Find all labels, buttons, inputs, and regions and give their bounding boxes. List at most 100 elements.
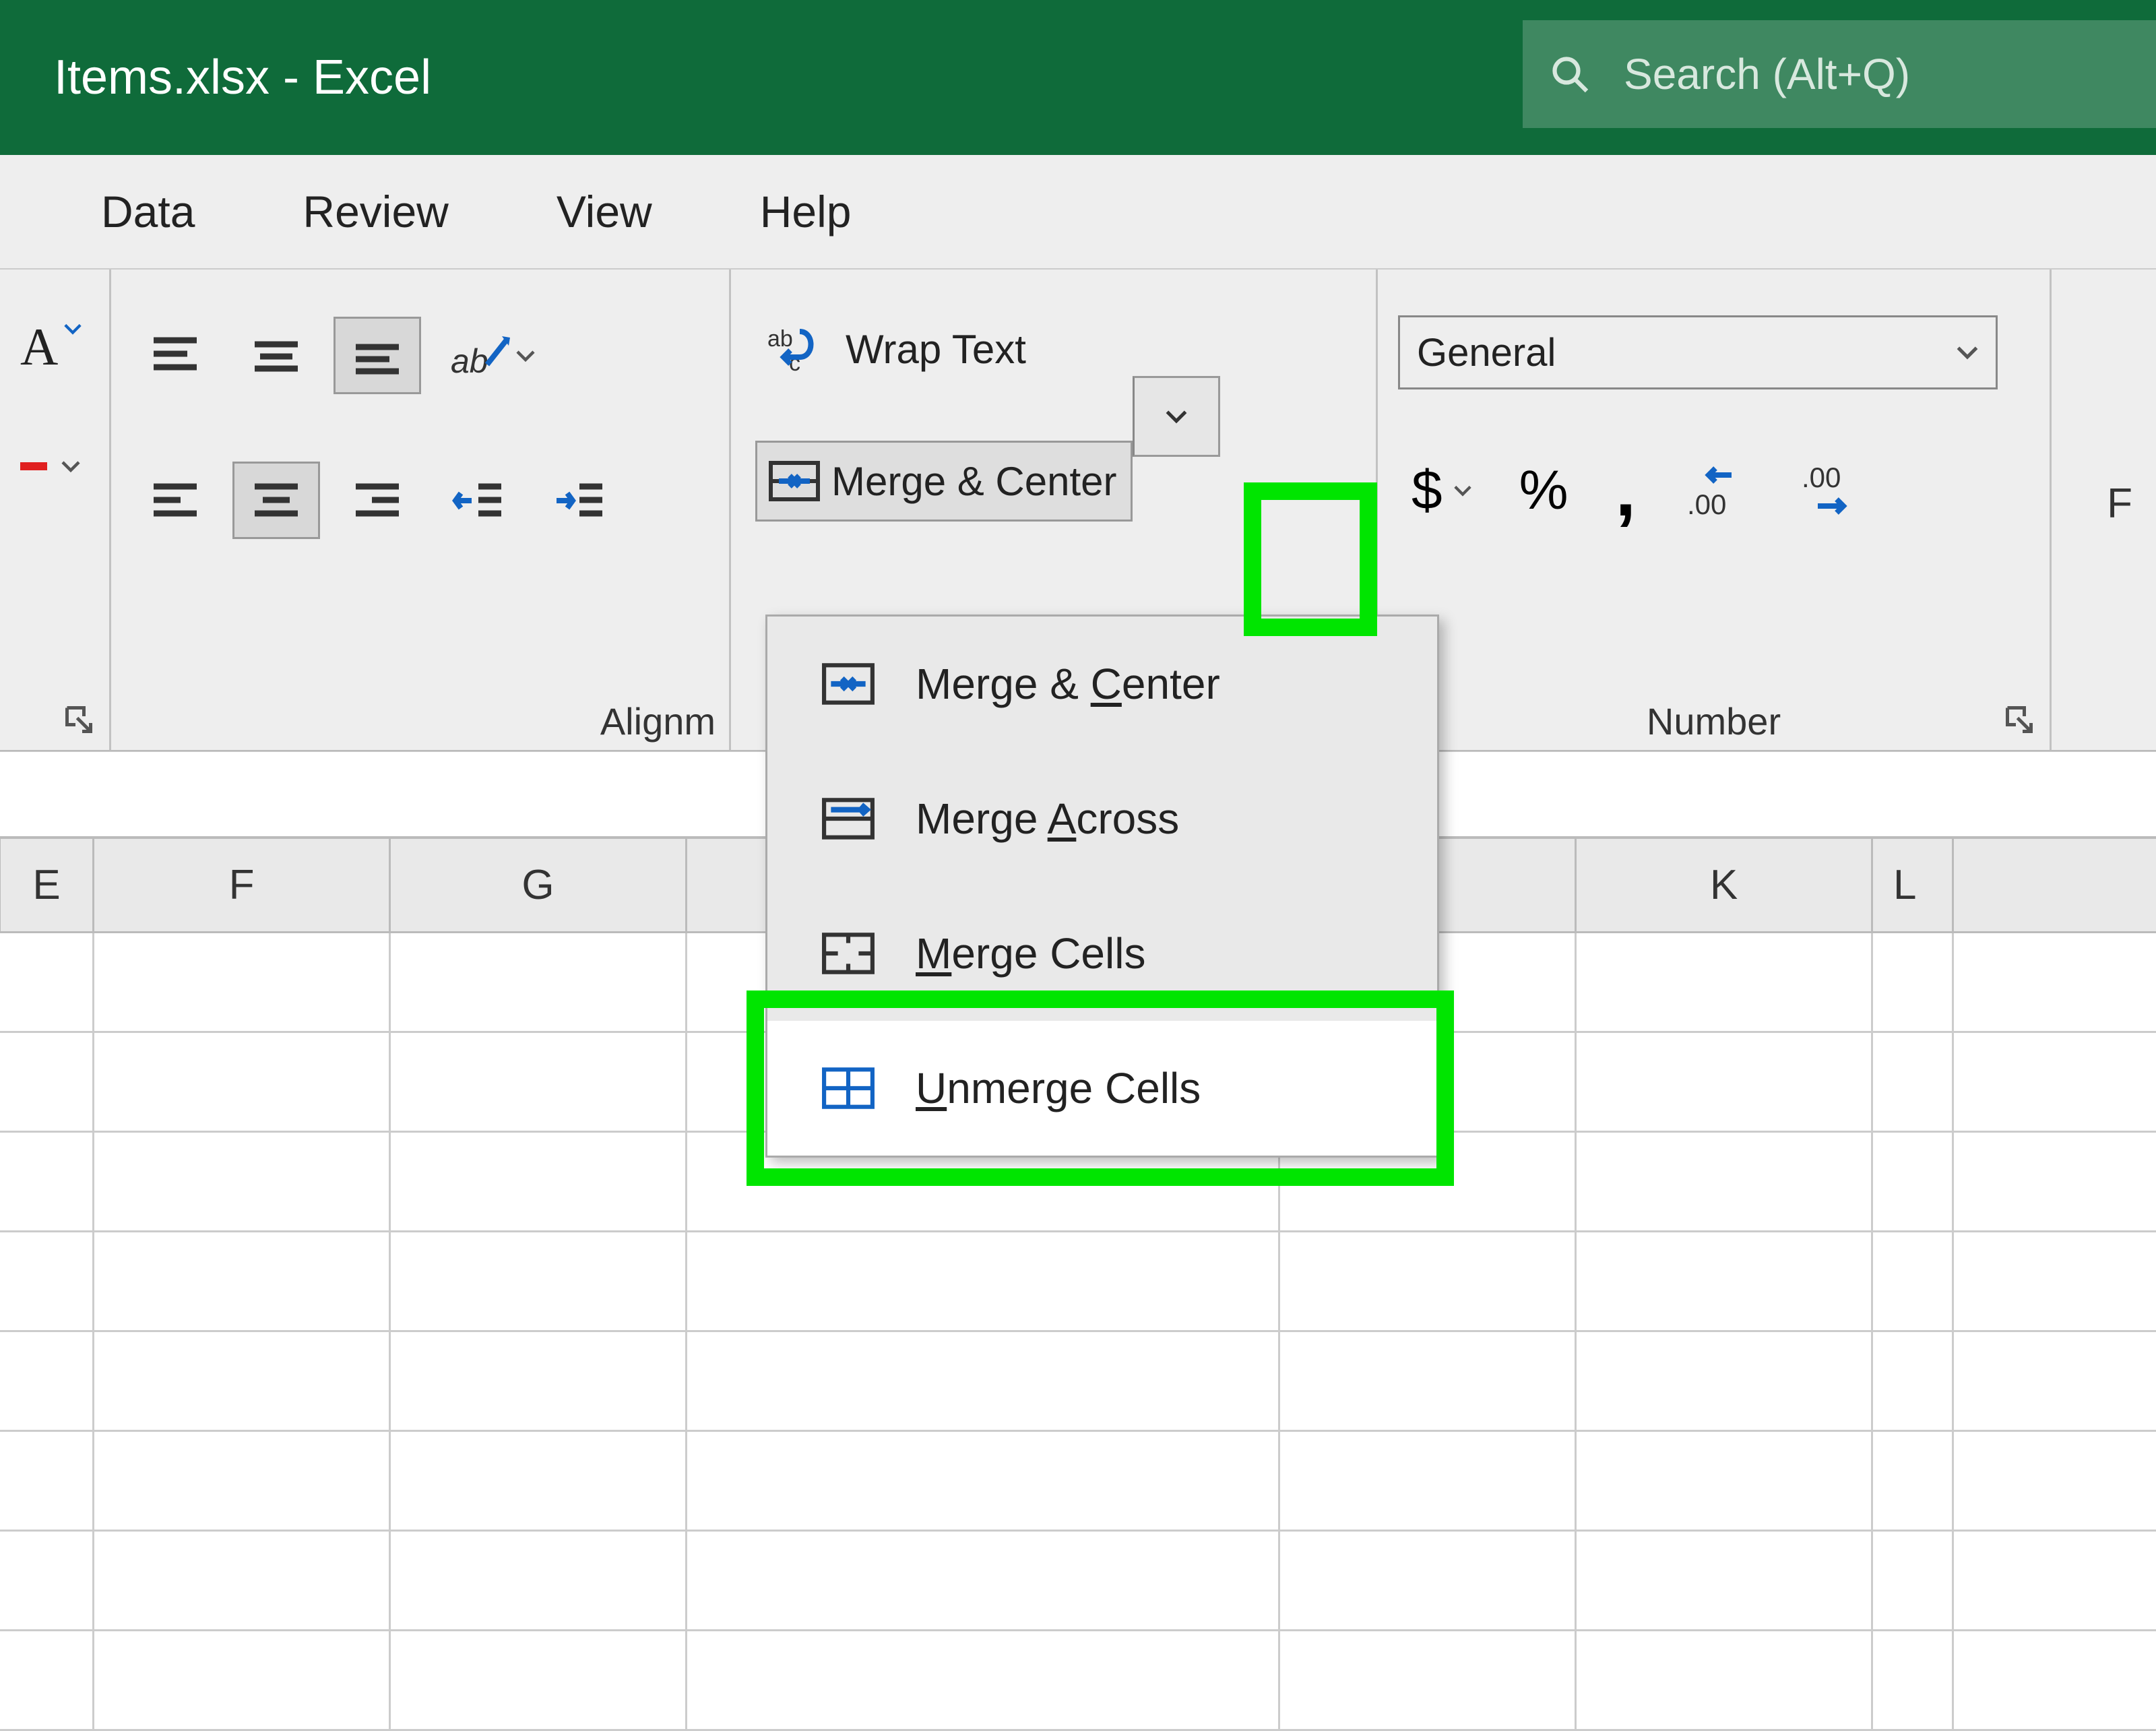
merge-center-icon	[821, 660, 875, 707]
alignment-group: ab	[111, 270, 731, 750]
merge-center-dropdown[interactable]	[1133, 376, 1220, 457]
cell[interactable]	[94, 1532, 391, 1629]
align-left-button[interactable]	[131, 462, 219, 539]
ribbon-clipped-right: F	[2052, 270, 2132, 750]
cell[interactable]	[1873, 1133, 1954, 1230]
font-color-button[interactable]	[20, 458, 89, 474]
cell[interactable]	[94, 1133, 391, 1230]
cell[interactable]	[391, 1631, 687, 1729]
cell[interactable]	[1577, 1332, 1873, 1430]
cell[interactable]	[391, 933, 687, 1031]
cell[interactable]	[1577, 1432, 1873, 1530]
cell[interactable]	[0, 1332, 94, 1430]
comma-icon: ,	[1616, 477, 1637, 504]
align-right-button[interactable]	[334, 462, 421, 539]
cell[interactable]	[1280, 1232, 1577, 1330]
tab-help[interactable]: Help	[760, 186, 852, 237]
col-header-k[interactable]: K	[1577, 839, 1873, 931]
cell[interactable]	[0, 1232, 94, 1330]
align-center-button[interactable]	[232, 462, 320, 539]
cell[interactable]	[94, 933, 391, 1031]
cell[interactable]	[94, 1432, 391, 1530]
cell[interactable]	[687, 1532, 1280, 1629]
percent-format-button[interactable]: %	[1506, 450, 1582, 531]
cell[interactable]	[1873, 1332, 1954, 1430]
cell[interactable]	[391, 1432, 687, 1530]
search-icon	[1550, 54, 1590, 94]
font-color-dropdown[interactable]	[61, 458, 81, 474]
cell[interactable]	[0, 1631, 94, 1729]
cell[interactable]	[1577, 1033, 1873, 1131]
increase-decimal-button[interactable]: .00	[1670, 450, 1764, 531]
cell[interactable]	[0, 1432, 94, 1530]
cell[interactable]	[0, 1133, 94, 1230]
cell[interactable]	[1577, 1631, 1873, 1729]
grow-font-button[interactable]: A	[20, 317, 89, 377]
menu-item-merge-center[interactable]: Merge & Center	[767, 617, 1437, 751]
accounting-format-button[interactable]: $	[1398, 450, 1486, 531]
cell[interactable]	[94, 1631, 391, 1729]
align-middle-button[interactable]	[232, 317, 320, 394]
cell[interactable]	[1280, 1631, 1577, 1729]
font-dialog-launcher[interactable]	[62, 703, 96, 736]
cell[interactable]	[687, 1332, 1280, 1430]
cell[interactable]	[1873, 1232, 1954, 1330]
decrease-indent-button[interactable]	[435, 462, 522, 539]
tab-review[interactable]: Review	[303, 186, 448, 237]
cell[interactable]	[391, 1232, 687, 1330]
tab-data[interactable]: Data	[101, 186, 195, 237]
cell[interactable]	[1873, 1631, 1954, 1729]
chevron-down-icon	[1453, 483, 1472, 498]
cell[interactable]	[687, 1432, 1280, 1530]
cell[interactable]	[0, 933, 94, 1031]
align-bottom-button[interactable]	[334, 317, 421, 394]
chevron-down-icon	[61, 459, 81, 474]
cell[interactable]	[94, 1232, 391, 1330]
tab-view[interactable]: View	[557, 186, 652, 237]
cell[interactable]	[0, 1532, 94, 1629]
col-header-f[interactable]: F	[94, 839, 391, 931]
cell[interactable]	[1873, 1033, 1954, 1131]
title-filename: Items.xlsx	[54, 51, 270, 104]
increase-indent-button[interactable]	[536, 462, 623, 539]
cell[interactable]	[1873, 1532, 1954, 1629]
cell[interactable]	[94, 1033, 391, 1131]
cell[interactable]	[1280, 1332, 1577, 1430]
cell[interactable]	[687, 1631, 1280, 1729]
cell[interactable]	[1577, 933, 1873, 1031]
cell[interactable]	[687, 1232, 1280, 1330]
number-dialog-launcher[interactable]	[2002, 703, 2036, 736]
chevron-down-icon	[1165, 408, 1188, 425]
col-header-e[interactable]: E	[0, 839, 94, 931]
cell[interactable]	[1873, 1432, 1954, 1530]
svg-text:ab: ab	[767, 326, 793, 352]
align-top-button[interactable]	[131, 317, 219, 394]
cell[interactable]	[1577, 1133, 1873, 1230]
cell[interactable]	[391, 1532, 687, 1629]
col-header-g[interactable]: G	[391, 839, 687, 931]
col-header-l[interactable]: L	[1873, 839, 1954, 931]
search-box[interactable]: Search (Alt+Q)	[1523, 20, 2156, 128]
highlight-box-dropdown	[1244, 482, 1377, 636]
comma-format-button[interactable]: ,	[1602, 450, 1650, 531]
wrap-text-button[interactable]: ab c Wrap Text	[765, 322, 1356, 376]
cell[interactable]	[1577, 1232, 1873, 1330]
cell[interactable]	[391, 1133, 687, 1230]
cell[interactable]	[1577, 1532, 1873, 1629]
grid-row	[0, 1232, 2156, 1332]
menu-item-merge-across[interactable]: Merge Across	[767, 751, 1437, 886]
cell[interactable]	[94, 1332, 391, 1430]
cell[interactable]	[391, 1033, 687, 1131]
merge-center-button[interactable]: Merge & Center	[755, 441, 1133, 522]
cell[interactable]	[1280, 1432, 1577, 1530]
cell[interactable]	[391, 1332, 687, 1430]
align-center-icon	[249, 477, 303, 524]
orientation-button[interactable]: ab	[435, 317, 549, 394]
number-format-selector[interactable]: General	[1398, 315, 1998, 389]
decrease-decimal-button[interactable]: .00	[1784, 450, 1878, 531]
merge-cells-icon	[821, 930, 875, 977]
cell[interactable]	[0, 1033, 94, 1131]
cell[interactable]	[1873, 933, 1954, 1031]
cell[interactable]	[1280, 1532, 1577, 1629]
title-bar: Items.xlsx - Excel Search (Alt+Q)	[0, 0, 2156, 155]
